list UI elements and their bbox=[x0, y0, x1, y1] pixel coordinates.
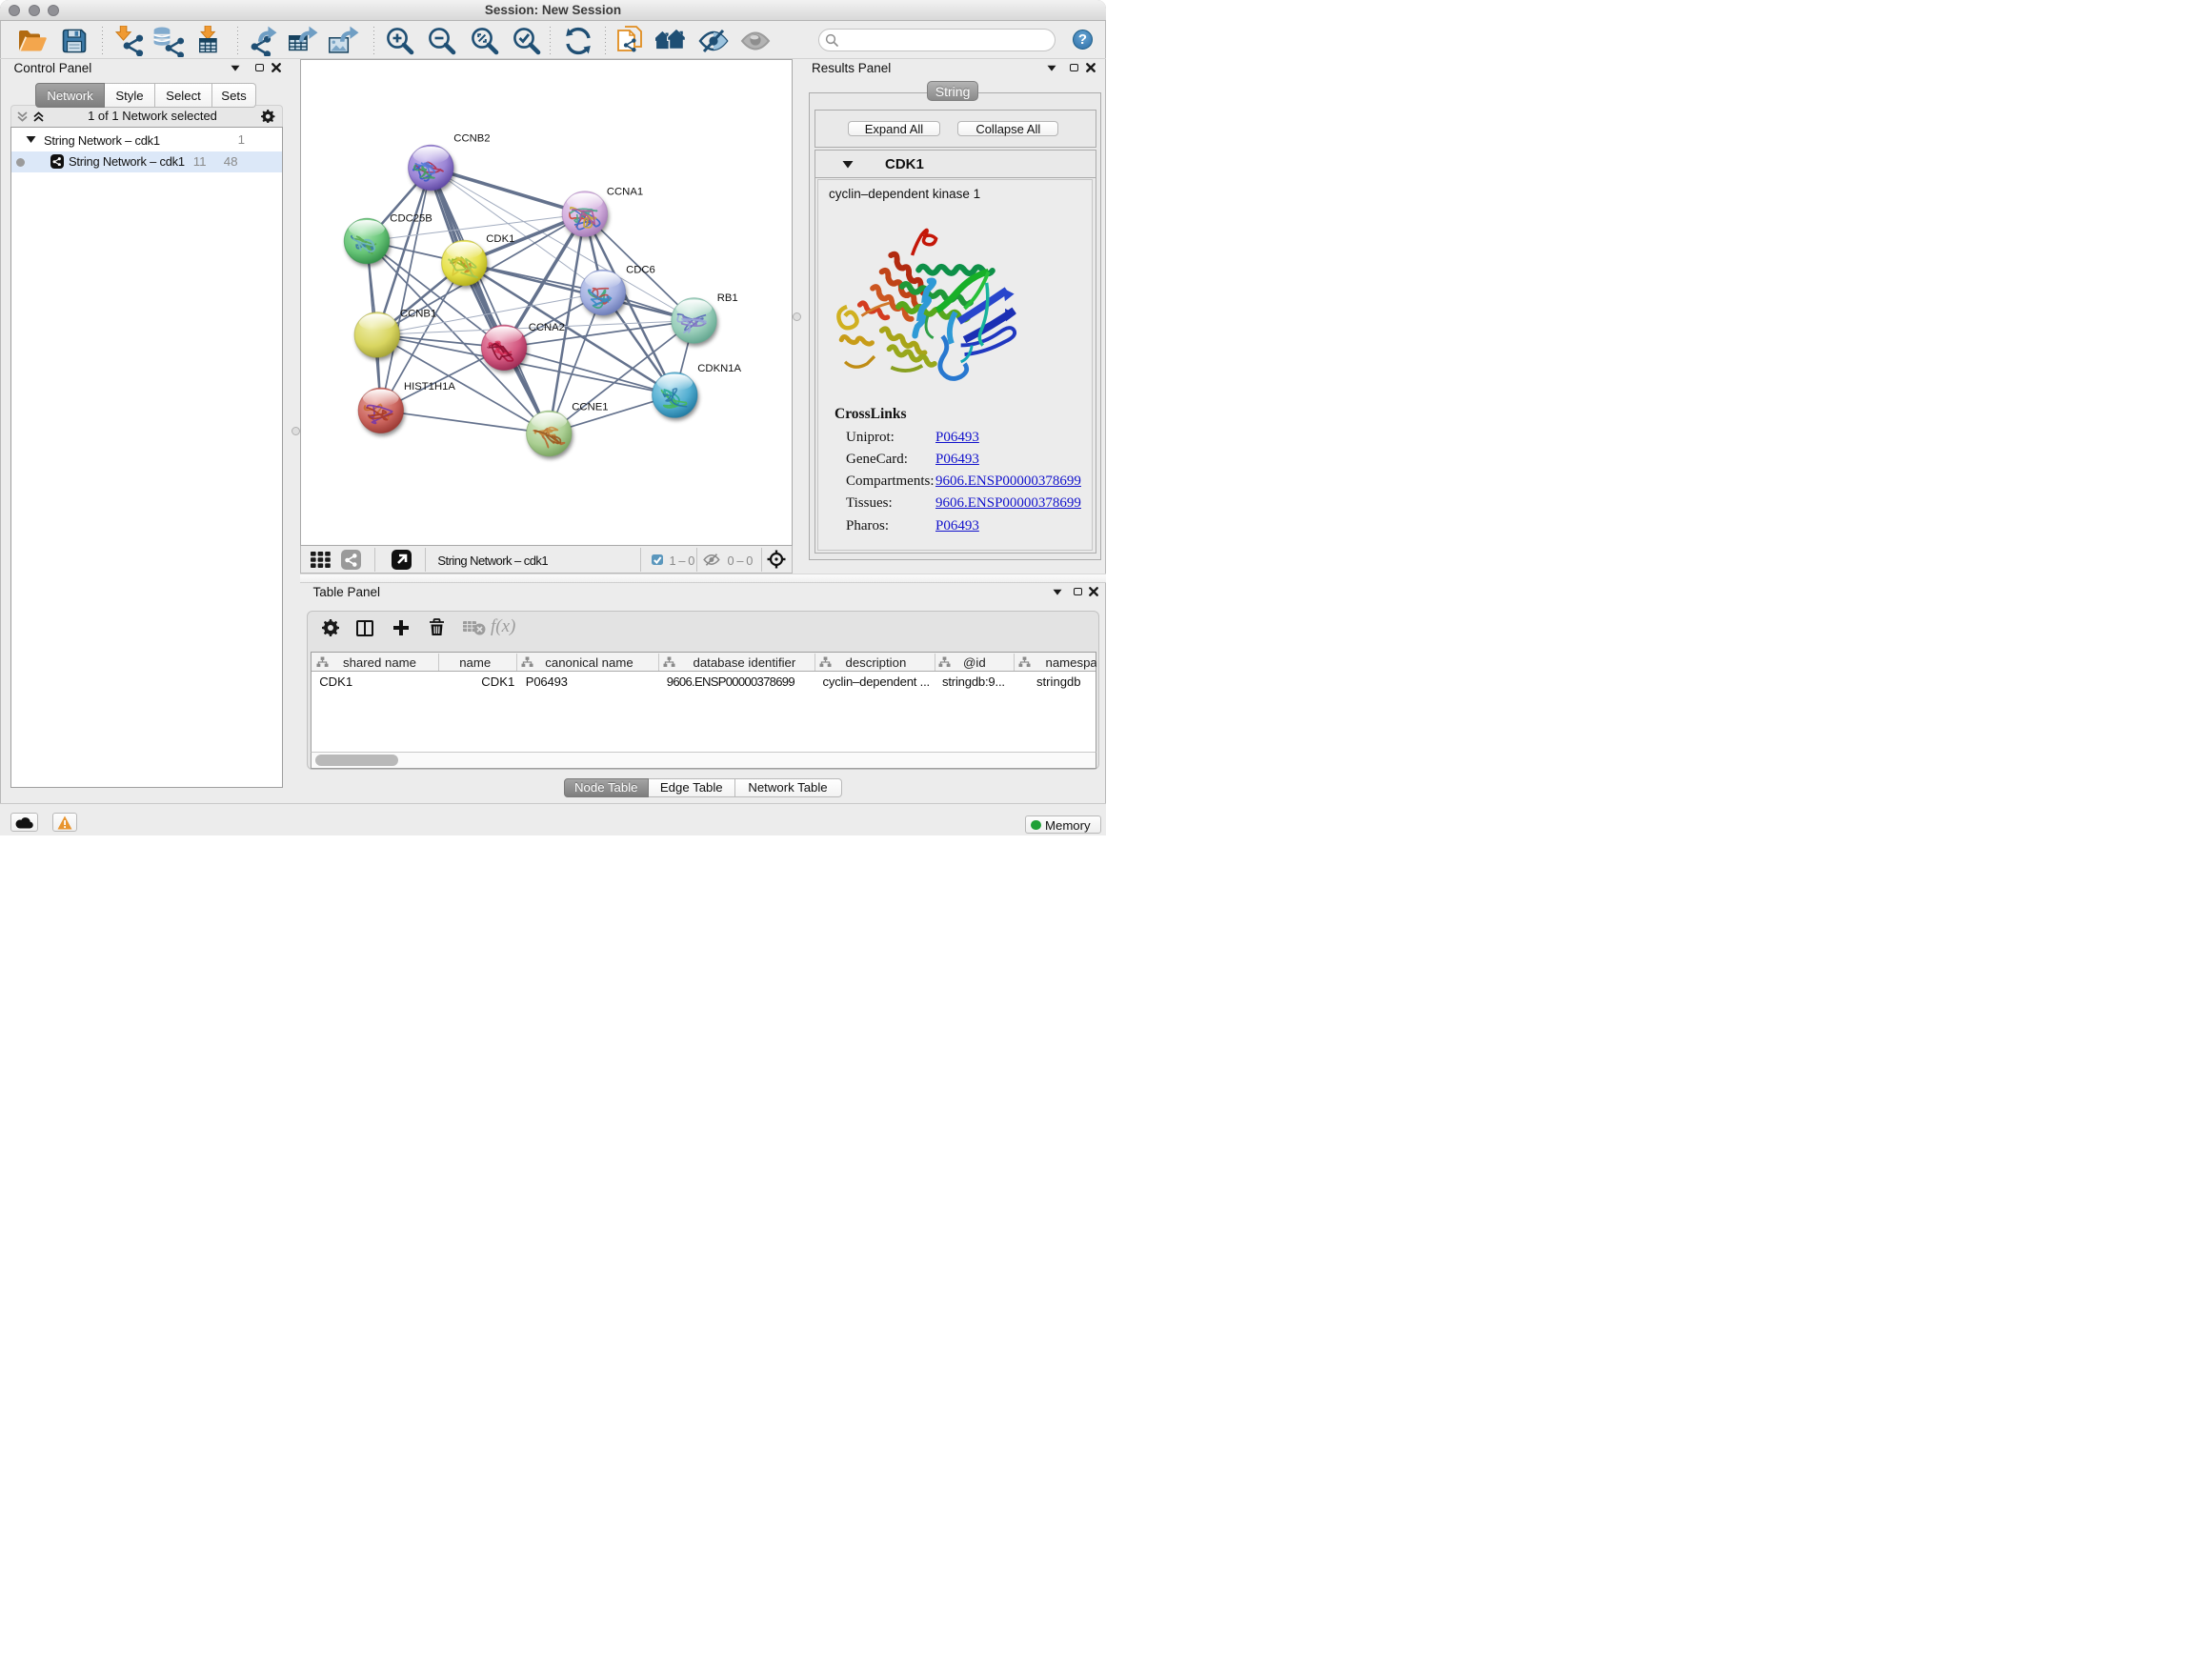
svg-text:CCNA2: CCNA2 bbox=[528, 322, 564, 333]
svg-text:HIST1H1A: HIST1H1A bbox=[404, 381, 455, 393]
svg-text:CCNB1: CCNB1 bbox=[400, 308, 436, 319]
svg-text:CDK1: CDK1 bbox=[486, 233, 514, 245]
svg-text:CDKN1A: CDKN1A bbox=[697, 363, 741, 374]
svg-text:RB1: RB1 bbox=[716, 292, 737, 304]
svg-text:CDC25B: CDC25B bbox=[390, 213, 432, 225]
svg-text:CDC6: CDC6 bbox=[626, 265, 655, 276]
svg-text:CCNE1: CCNE1 bbox=[572, 402, 608, 413]
svg-text:CCNA1: CCNA1 bbox=[607, 187, 643, 198]
svg-text:CCNB2: CCNB2 bbox=[453, 133, 490, 145]
